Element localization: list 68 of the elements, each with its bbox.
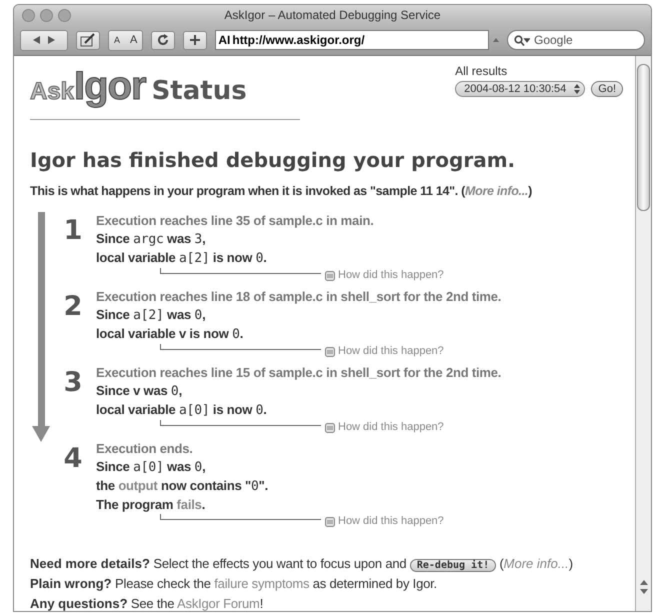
text-bigger-button[interactable]: A [125,34,142,46]
close-button[interactable] [22,8,35,22]
zoom-button[interactable] [58,8,71,22]
step-number: 2 [62,292,84,324]
minimize-button[interactable] [40,8,53,22]
scroll-thumb[interactable] [637,64,650,211]
step-title: Execution reaches line 18 of sample.c in shell_sort for the 2nd time. [96,288,502,306]
step-line: Since a[2] was 0, [96,306,206,325]
footer-label: Any questions? [30,596,128,611]
go-button[interactable]: Go! [591,81,623,97]
window-title: AskIgor – Automated Debugging Service [223,8,442,22]
heading: Igor has finished debugging your program. [30,148,516,172]
logo-text: Igor [74,64,146,109]
checkbox-icon[interactable] [325,347,335,357]
scroll-arrows-icon[interactable] [640,578,648,596]
footer-text: Select the effects you want to focus upon and [152,556,408,571]
step-line: the output now contains "0". [96,477,268,496]
step-line: local variable v is now 0. [96,325,244,344]
back-icon[interactable] [32,35,40,45]
page-title: Status [152,76,247,106]
footer-link[interactable]: failure symptoms [214,576,310,591]
step-line: The program fails. [96,496,206,514]
step-line: local variable a[0] is now 0. [96,401,268,420]
more-info-link[interactable]: More info... [504,556,569,571]
stepper-icon [574,84,580,94]
footer-text: Please check the [114,576,212,591]
how-link[interactable]: How did this happen? [338,269,444,281]
step-line: Since a[0] was 0, [96,458,206,477]
more-info-link[interactable]: More info... [465,184,528,198]
step-title: Execution ends. [96,440,194,458]
results-select[interactable]: 2004-08-12 10:30:54 [455,81,586,97]
footer-label: Plain wrong? [30,576,112,591]
intro-text: This is what happens in your program when it is invoked as "sample 11 14". ( [30,184,466,198]
how-link[interactable]: How did this happen? [338,345,444,357]
checkbox-icon[interactable] [325,271,335,281]
results-label: All results [455,64,508,78]
step-line: Since argc was 3, [96,230,206,249]
step-title: Execution reaches line 15 of sample.c in shell_sort for the 2nd time. [96,364,502,382]
footer-text: as determined by Igor. [312,576,437,591]
footer-text: ( [498,556,504,571]
step-line: local variable a[2] is now 0. [96,249,268,268]
step-number: 4 [62,444,84,476]
intro-text: ) [528,184,532,198]
footer-label: Need more details? [30,556,150,571]
checkbox-icon[interactable] [325,517,335,527]
step-number: 3 [62,368,84,400]
scrollbar[interactable] [635,56,651,611]
step-line: Since v was 0, [96,382,183,401]
footer-text: ! [260,596,264,611]
step-number: 1 [62,216,84,248]
how-link[interactable]: How did this happen? [338,421,444,433]
step-title: Execution reaches line 35 of sample.c in main. [96,212,374,230]
footer-link[interactable]: AskIgor Forum [177,596,260,611]
checkbox-icon[interactable] [325,423,335,433]
how-link[interactable]: How did this happen? [338,515,444,527]
text-smaller-button[interactable]: A [109,35,126,45]
re-debug-button[interactable]: Re-debug it! [410,559,496,572]
search-icon[interactable] [514,34,530,46]
caret-icon[interactable] [493,38,499,42]
edit-icon[interactable] [76,30,100,50]
footer-text: See the [130,596,176,611]
search-field[interactable]: Google [507,30,645,50]
address-field[interactable]: AI http://www.askigor.org/ [215,30,489,50]
forward-icon[interactable] [48,35,56,45]
footer-text: ) [568,556,573,571]
reload-icon[interactable] [151,30,176,50]
add-bookmark-icon[interactable] [183,30,208,50]
logo-text: Ask [30,78,74,106]
